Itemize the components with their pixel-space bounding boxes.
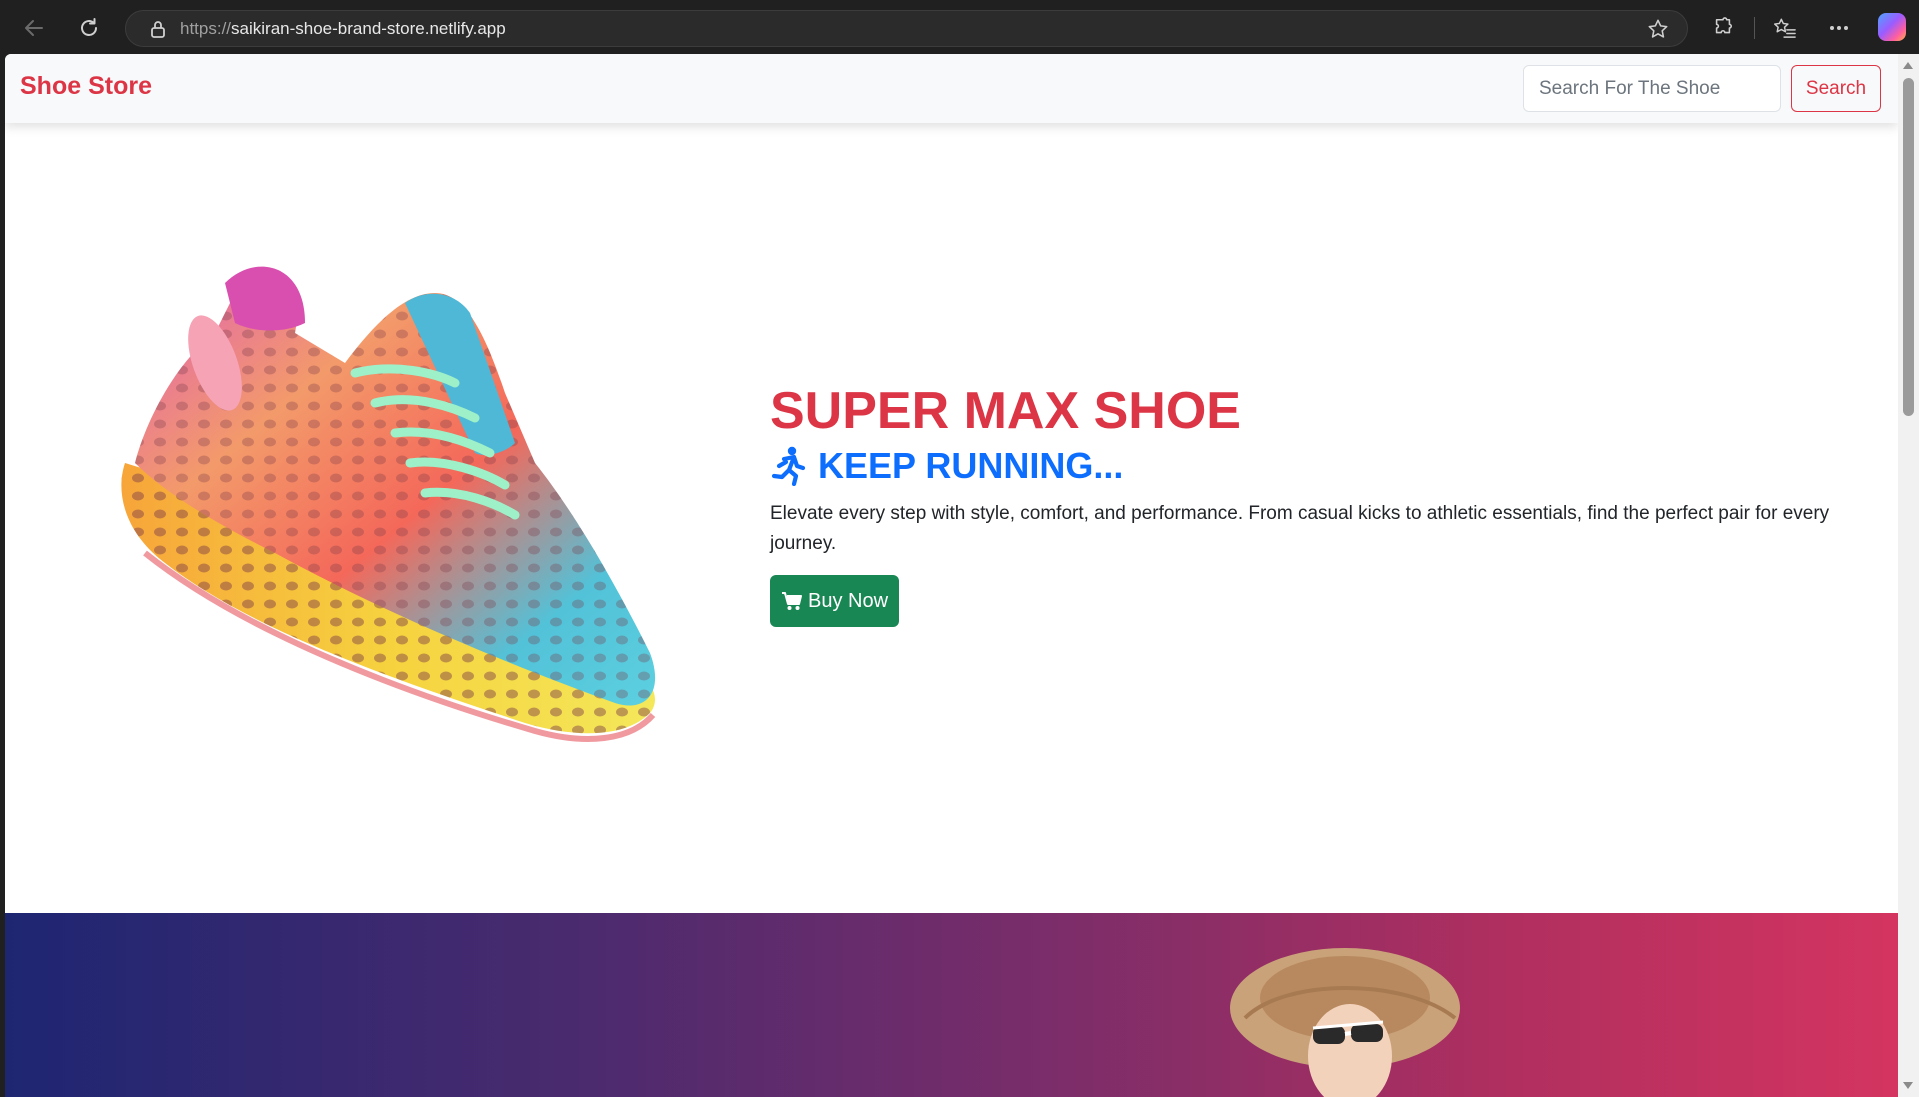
promo-banner [5, 913, 1898, 1097]
copilot-icon[interactable] [1878, 13, 1906, 41]
buy-now-label: Buy Now [808, 589, 889, 612]
scroll-down-arrow-icon[interactable] [1903, 1082, 1913, 1089]
star-icon[interactable] [1647, 18, 1669, 40]
favorites-list-icon[interactable] [1771, 14, 1799, 42]
search-button[interactable]: Search [1791, 65, 1881, 112]
url-host: saikiran-shoe-brand-store.netlify.app [231, 18, 506, 38]
running-person-icon [771, 446, 806, 486]
buy-now-button[interactable]: Buy Now [770, 575, 900, 627]
reload-icon[interactable] [73, 12, 105, 44]
lock-icon[interactable] [148, 19, 168, 39]
toolbar-divider [1754, 17, 1755, 39]
more-icon[interactable] [1825, 14, 1853, 42]
address-bar[interactable]: https://saikiran-shoe-brand-store.netlif… [125, 10, 1688, 47]
hero-subtitle-text: KEEP RUNNING... [818, 445, 1124, 486]
puzzle-icon[interactable] [1709, 14, 1737, 42]
url-text: https://saikiran-shoe-brand-store.netlif… [180, 19, 506, 39]
search-input[interactable] [1523, 65, 1781, 112]
hero-subtitle: KEEP RUNNING... [770, 443, 1880, 489]
page-viewport: Shoe Store Search For The Shoe Search SU… [5, 54, 1898, 1097]
url-scheme: https:// [180, 18, 232, 38]
hero-title: SUPER MAX SHOE [770, 382, 1241, 440]
hero-description: Elevate every step with style, comfort, … [770, 503, 1830, 554]
vertical-scrollbar[interactable] [1898, 54, 1919, 1097]
hero-section: SUPER MAX SHOE KEEP RUNNING... Elevate e… [5, 123, 1898, 913]
shoe-image [121, 266, 656, 742]
navbar: Shoe Store Search [5, 54, 1898, 123]
browser-chrome: https://saikiran-shoe-brand-store.netlif… [0, 0, 1919, 54]
scroll-up-arrow-icon[interactable] [1903, 62, 1913, 69]
hero-content: SUPER MAX SHOE KEEP RUNNING... Elevate e… [770, 381, 1880, 627]
back-arrow-icon[interactable] [18, 12, 50, 44]
woman-with-hat-image [1230, 948, 1460, 1097]
cart-icon [782, 592, 802, 610]
brand-logo[interactable]: Shoe Store [20, 72, 152, 101]
scrollbar-thumb[interactable] [1903, 78, 1914, 416]
